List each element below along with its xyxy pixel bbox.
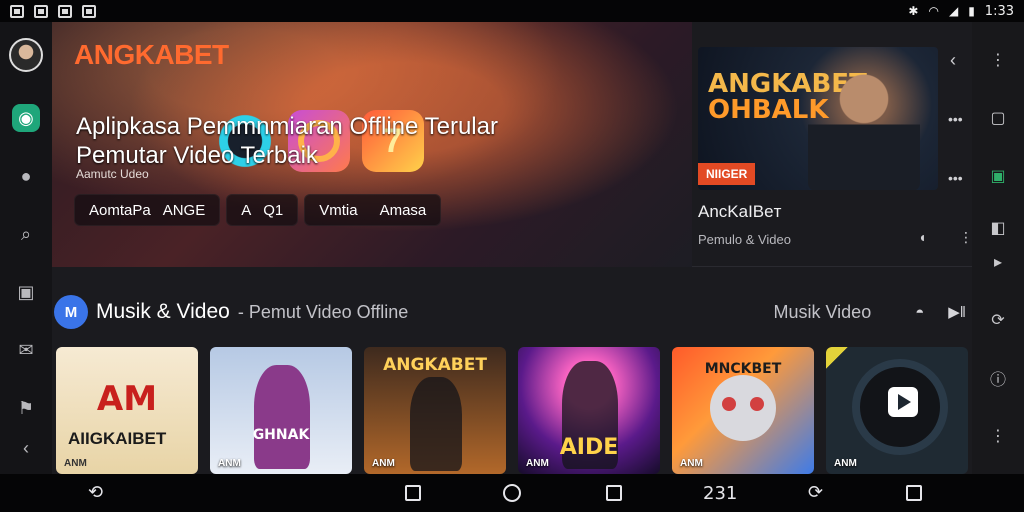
- featured-name[interactable]: AncKaIBeт: [698, 202, 781, 222]
- play-pause-icon[interactable]: ▶‖: [948, 303, 966, 321]
- gallery-icon: [10, 4, 24, 18]
- message-icon[interactable]: ●: [12, 162, 40, 190]
- recents-icon[interactable]: [405, 485, 421, 501]
- hero-title-line2: Pemutar Video Terbaik: [76, 142, 318, 169]
- chip-1[interactable]: AomtaPa ANGE: [74, 194, 221, 226]
- chip-label: A: [241, 201, 252, 219]
- card-title: AIDE: [559, 435, 619, 460]
- chip-label: Amasa: [379, 201, 427, 219]
- status-time: 1:33: [984, 3, 1014, 19]
- back-icon[interactable]: ‹: [12, 434, 40, 462]
- section-subtitle: - Pemut Video Offline: [237, 301, 409, 322]
- cast-icon[interactable]: ◓: [915, 304, 924, 321]
- mail-icon: [58, 4, 72, 18]
- section-right-label[interactable]: Musik Video: [773, 302, 871, 323]
- section-title: Musik & Video: [96, 300, 230, 323]
- featured-thumbnail[interactable]: ANGKABET OHBALK NIIGER: [698, 47, 938, 190]
- window-icon[interactable]: ◧: [990, 214, 1005, 242]
- rotate-icon[interactable]: ⟳: [991, 306, 1004, 334]
- card-title: AM: [96, 379, 158, 419]
- video-card[interactable]: ANGKABET ANM: [364, 347, 506, 474]
- tabs-icon[interactable]: [906, 485, 922, 501]
- home-icon[interactable]: [503, 484, 521, 502]
- mail-icon[interactable]: ✉: [12, 336, 40, 364]
- chip-label: ANGE: [162, 201, 206, 219]
- back-icon[interactable]: ⟲: [88, 482, 103, 503]
- left-rail: ◉ ● ⌕ ▣ ✉ ⚑ ‹: [0, 22, 52, 474]
- card-title: GHNAK: [252, 427, 310, 443]
- chat-app-icon[interactable]: ◉: [12, 104, 40, 132]
- card-caption: ANM: [218, 458, 241, 469]
- play-icon[interactable]: [888, 387, 918, 417]
- cast-icon[interactable]: ▣: [12, 278, 40, 306]
- card-caption: ANM: [372, 458, 395, 469]
- signal-icon: ◢: [948, 4, 959, 18]
- search-icon[interactable]: ⌕: [12, 220, 40, 248]
- screen-icon[interactable]: ▣: [990, 162, 1005, 190]
- more-vert-icon[interactable]: ⋮: [990, 46, 1006, 74]
- flag-icon[interactable]: ⚑: [12, 394, 40, 422]
- chip-3[interactable]: Vmtia Amasa: [304, 194, 442, 226]
- refresh-icon[interactable]: ⟳: [808, 482, 823, 503]
- card-subtitle: AIIGKAIBET: [68, 429, 167, 448]
- video-card[interactable]: AIDE ANM: [518, 347, 660, 474]
- square-icon[interactable]: ▢: [990, 104, 1005, 132]
- avatar[interactable]: [9, 38, 43, 72]
- video-card[interactable]: GHNAK ANM: [210, 347, 352, 474]
- video-card[interactable]: ANM: [826, 347, 968, 474]
- photo-icon: [82, 4, 96, 18]
- card-mascot: [710, 375, 776, 441]
- video-card[interactable]: MNCKBET ANM: [672, 347, 814, 474]
- card-caption: ANM: [834, 458, 857, 469]
- play-icon[interactable]: ▸: [994, 248, 1002, 276]
- card-caption: ANM: [680, 458, 703, 469]
- chip-label: AomtaPa: [89, 201, 151, 219]
- share-icon[interactable]: ‹: [950, 50, 956, 71]
- more-horiz-icon[interactable]: •••: [948, 170, 963, 186]
- bluetooth-icon: ✱: [908, 4, 919, 18]
- wifi-icon: ◠: [928, 4, 939, 18]
- card-title: ANGKABET: [383, 355, 487, 375]
- hero-chips: AomtaPa ANGE A Q1 Vmtia Amasa: [74, 194, 442, 226]
- more-vert-icon[interactable]: ⋮: [990, 422, 1006, 450]
- brand-logo[interactable]: ANGKABET: [74, 39, 229, 71]
- navigation-bar: ⟲ 231 ⟳: [0, 474, 1024, 512]
- card-caption: ANM: [526, 458, 549, 469]
- status-bar: ✱ ◠ ◢ ▮ 1:33: [0, 0, 1024, 22]
- section-actions: Musik Video ◓ ▶‖: [773, 302, 972, 323]
- section-header: M Musik & Video - Pemut Video Offline Mu…: [52, 292, 972, 332]
- hero-subtitle: Aamutc Udeo: [76, 167, 149, 181]
- right-rail: ⋮ ▢ ▣ ◧ ▸ ⟳ ⓘ ⋮: [972, 22, 1024, 474]
- card-row: AM AIIGKAIBET ANM GHNAK ANM ANGKABET ANM…: [56, 347, 968, 474]
- info-icon[interactable]: ⓘ: [990, 364, 1006, 392]
- nav-center-label[interactable]: 231: [703, 483, 737, 504]
- music-logo-icon[interactable]: M: [54, 295, 88, 329]
- more-horiz-icon[interactable]: •••: [948, 111, 963, 127]
- video-card[interactable]: AM AIIGKAIBET ANM: [56, 347, 198, 474]
- chip-label: Q1: [263, 201, 284, 219]
- chip-2[interactable]: A Q1: [226, 194, 299, 226]
- hero-title-line1: Aplipkasa Pemmnmiaran Offline Terular: [76, 113, 498, 140]
- mail-icon: [34, 4, 48, 18]
- volume-icon[interactable]: ◖: [918, 229, 926, 245]
- card-person: [410, 377, 462, 471]
- featured-person: [808, 63, 920, 190]
- hero-banner: ANGKABET 7 Aplipkasa Pemmnmiaran Offline…: [52, 22, 973, 267]
- main-content: ANGKABET 7 Aplipkasa Pemmnmiaran Offline…: [52, 22, 973, 474]
- battery-icon: ▮: [968, 4, 975, 18]
- card-person: [254, 365, 310, 469]
- card-caption: ANM: [64, 458, 87, 469]
- overview-icon[interactable]: [606, 485, 622, 501]
- chip-label: Vmtia: [319, 201, 358, 219]
- more-vert-icon[interactable]: ⋮: [959, 229, 973, 246]
- hero-title: Aplipkasa Pemmnmiaran Offline Terular Pe…: [76, 112, 636, 170]
- featured-badge: NIIGER: [698, 163, 756, 185]
- featured-desc: Pemulo & Video: [698, 232, 791, 247]
